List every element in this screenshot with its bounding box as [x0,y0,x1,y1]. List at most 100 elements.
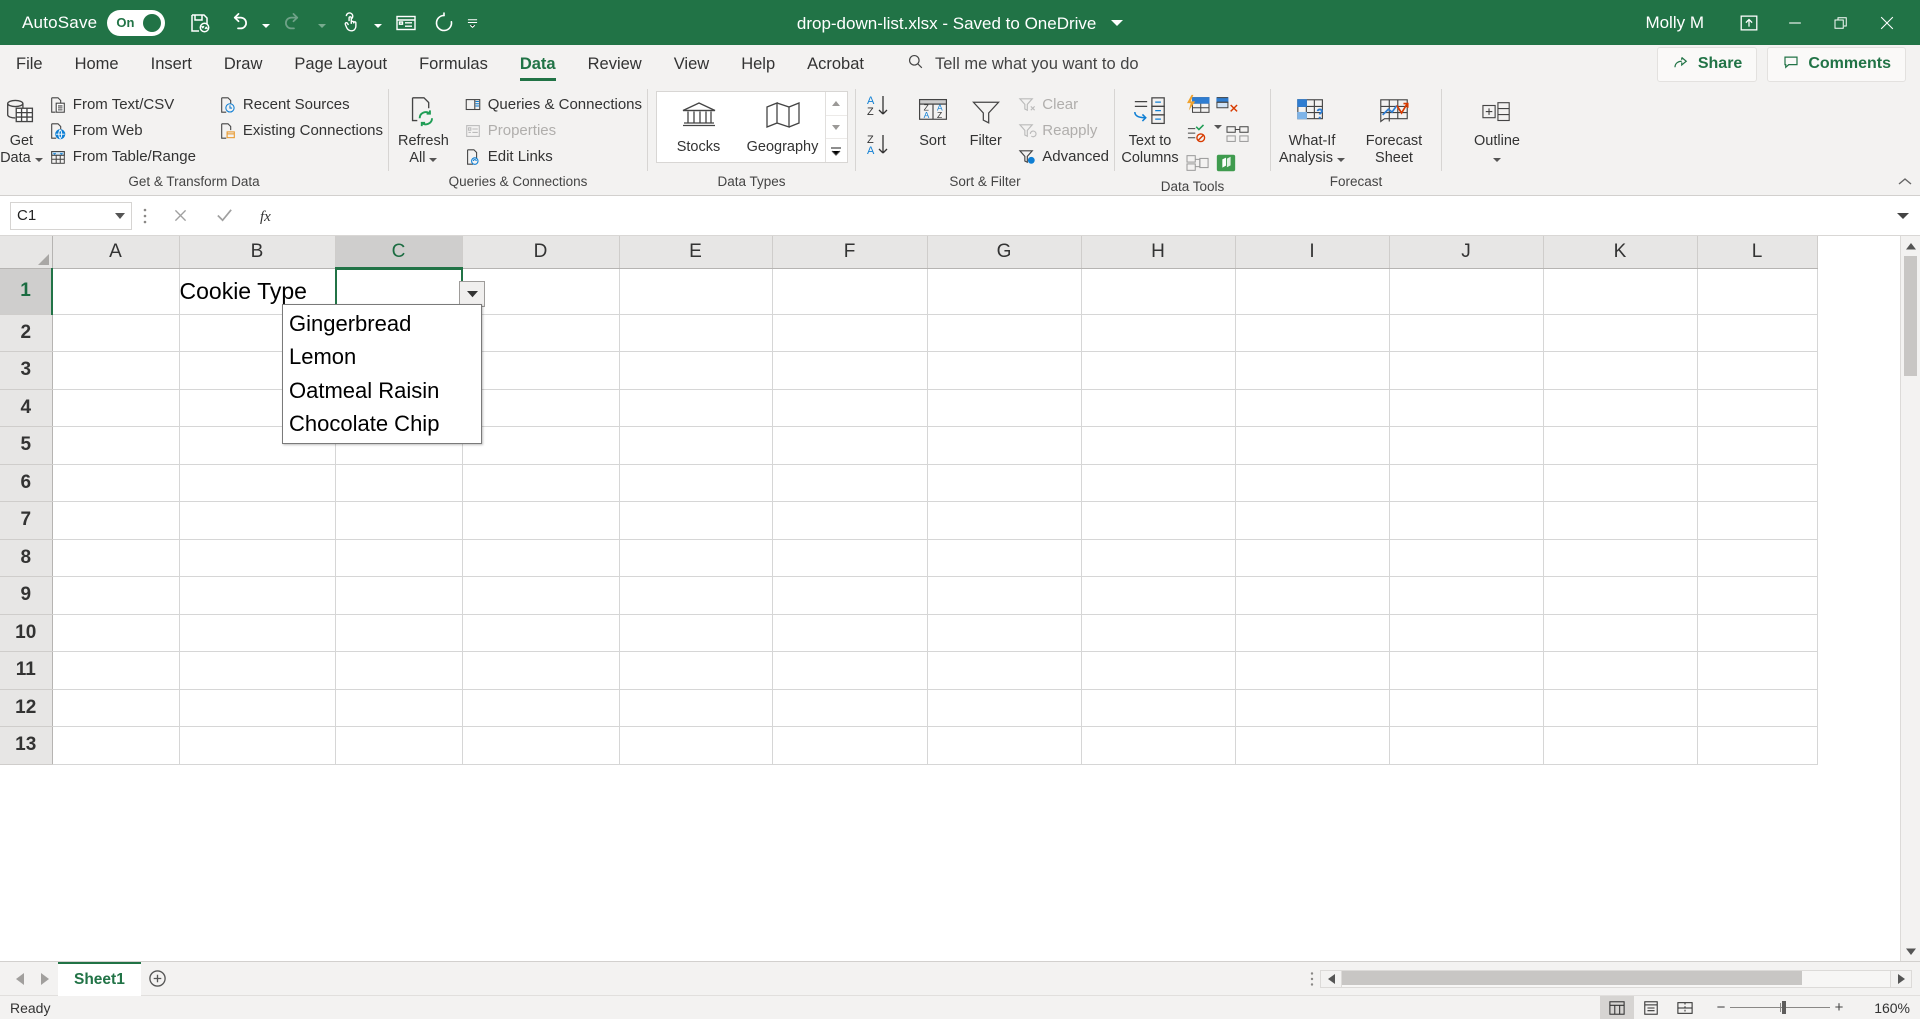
reapply-filter-button[interactable]: Reapply [1012,118,1114,143]
cell-b12[interactable] [179,689,336,727]
cell-a12[interactable] [52,689,180,727]
cell-j2[interactable] [1389,314,1544,352]
column-header-g[interactable]: G [927,236,1082,269]
cell-h3[interactable] [1081,351,1236,390]
tab-file[interactable]: File [0,45,59,83]
column-header-d[interactable]: D [462,236,620,269]
cell-e3[interactable] [619,351,773,390]
document-title-dropdown-icon[interactable] [1111,12,1124,32]
cell-l1[interactable] [1697,268,1818,315]
cell-i12[interactable] [1235,689,1390,727]
cell-e10[interactable] [619,614,773,652]
cell-e11[interactable] [619,651,773,690]
save-icon[interactable] [183,6,217,40]
from-table-range-button[interactable]: From Table/Range [43,144,201,169]
cell-l10[interactable] [1697,614,1818,652]
sort-button[interactable]: Z A A Z Sort [906,89,959,150]
scroll-down-icon[interactable] [1901,941,1920,961]
dropdown-item-oatmeal-raisin[interactable]: Oatmeal Raisin [283,374,481,407]
cell-i3[interactable] [1235,351,1390,390]
name-box-dropdown-icon[interactable] [115,207,125,224]
cell-h4[interactable] [1081,389,1236,427]
horizontal-scroll-thumb[interactable] [1342,970,1803,985]
tab-acrobat[interactable]: Acrobat [791,45,880,83]
minimize-icon[interactable] [1772,0,1818,45]
cell-f3[interactable] [772,351,928,390]
formula-bar-handle[interactable] [132,207,158,225]
tab-home[interactable]: Home [59,45,135,83]
cell-f13[interactable] [772,726,928,765]
remove-duplicates-icon[interactable] [1214,94,1240,121]
formula-input[interactable] [290,201,1890,230]
cell-d3[interactable] [462,351,620,390]
stocks-button[interactable]: Stocks [657,92,741,162]
cell-f5[interactable] [772,426,928,465]
cell-d5[interactable] [462,426,620,465]
cell-b10[interactable] [179,614,336,652]
row-header-6[interactable]: 6 [0,464,53,502]
geography-button[interactable]: Geography [741,92,825,162]
touch-mode-icon[interactable] [333,6,367,40]
cell-i2[interactable] [1235,314,1390,352]
cell-i7[interactable] [1235,501,1390,540]
tab-review[interactable]: Review [572,45,658,83]
cell-f8[interactable] [772,539,928,577]
cell-b9[interactable] [179,576,336,615]
cell-h8[interactable] [1081,539,1236,577]
data-validation-dropdown-icon[interactable] [1214,124,1222,147]
from-text-csv-button[interactable]: From Text/CSV [43,92,201,117]
column-header-c[interactable]: C [335,236,463,269]
autosave-toggle[interactable]: On [107,9,166,36]
cell-c13[interactable] [335,726,463,765]
column-header-i[interactable]: I [1235,236,1390,269]
cell-b8[interactable] [179,539,336,577]
cell-e12[interactable] [619,689,773,727]
cell-i8[interactable] [1235,539,1390,577]
tab-draw[interactable]: Draw [208,45,279,83]
cell-h2[interactable] [1081,314,1236,352]
user-account-name[interactable]: Molly M [1645,13,1704,33]
edit-links-button[interactable]: Edit Links [458,144,647,169]
cell-d13[interactable] [462,726,620,765]
cell-a13[interactable] [52,726,180,765]
page-layout-view-icon[interactable] [1634,996,1668,1019]
cell-k2[interactable] [1543,314,1698,352]
cell-a4[interactable] [52,389,180,427]
cell-b7[interactable] [179,501,336,540]
row-header-11[interactable]: 11 [0,651,53,690]
cell-l11[interactable] [1697,651,1818,690]
zoom-in-button[interactable]: + [1830,999,1848,1016]
cell-k9[interactable] [1543,576,1698,615]
page-break-preview-icon[interactable] [1668,996,1702,1019]
cell-i6[interactable] [1235,464,1390,502]
refresh-icon[interactable] [427,6,461,40]
cell-c6[interactable] [335,464,463,502]
cell-c12[interactable] [335,689,463,727]
cell-d9[interactable] [462,576,620,615]
cell-h12[interactable] [1081,689,1236,727]
share-button[interactable]: Share [1656,46,1758,82]
cell-d1[interactable] [462,268,620,315]
horizontal-scroll-track[interactable] [1342,969,1890,988]
cell-e7[interactable] [619,501,773,540]
cell-g6[interactable] [927,464,1082,502]
cell-l4[interactable] [1697,389,1818,427]
cell-a6[interactable] [52,464,180,502]
autosave-control[interactable]: AutoSave On [22,9,166,36]
cell-h13[interactable] [1081,726,1236,765]
cell-j3[interactable] [1389,351,1544,390]
row-header-3[interactable]: 3 [0,351,53,390]
cell-k12[interactable] [1543,689,1698,727]
column-header-a[interactable]: A [52,236,180,269]
cell-f12[interactable] [772,689,928,727]
advanced-filter-button[interactable]: Advanced [1012,144,1114,169]
cell-h7[interactable] [1081,501,1236,540]
previous-sheet-icon[interactable] [6,966,32,992]
customize-qat-icon[interactable] [465,6,479,40]
cell-h1[interactable] [1081,268,1236,315]
cell-k8[interactable] [1543,539,1698,577]
manage-data-model-icon[interactable] [1214,152,1238,179]
column-header-j[interactable]: J [1389,236,1544,269]
zoom-handle[interactable] [1782,1001,1786,1014]
cell-a3[interactable] [52,351,180,390]
